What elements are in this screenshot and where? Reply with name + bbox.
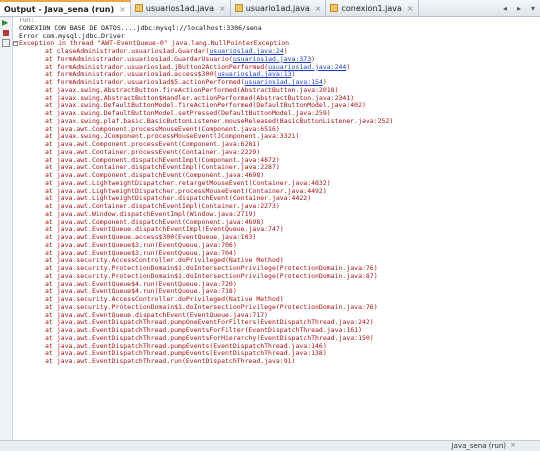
tab-close-icon[interactable]: × (219, 4, 226, 13)
tab-usuario1ad-java[interactable]: usuario1ad.java × (231, 0, 327, 16)
stack-frame-suffix: ) (346, 62, 351, 71)
stop-icon[interactable] (3, 30, 9, 36)
output-toolbar: ▶ (0, 17, 13, 440)
output-tab-bar: Output - Java_sena (run) × usuarios1ad.j… (0, 0, 540, 17)
java-file-icon (330, 4, 339, 12)
stack-frame-method: at java.awt.EventDispatchThread.run(Even… (45, 357, 296, 365)
status-running-task: Java_sena (run) (451, 442, 506, 450)
rerun-icon[interactable]: ▶ (2, 19, 10, 27)
tab-label: usuarios1ad.java (145, 3, 215, 13)
cancel-task-icon[interactable]: × (510, 441, 516, 449)
tab-output-java-sena[interactable]: Output - Java_sena (run) × (0, 0, 131, 16)
tab-usuarios1ad-java[interactable]: usuarios1ad.java × (131, 0, 231, 16)
tab-label: Output - Java_sena (run) (4, 4, 115, 14)
tab-list-dropdown-icon[interactable]: ▾ (528, 4, 538, 13)
status-bar: Java_sena (run) × (0, 440, 540, 451)
tab-label: usuario1ad.java (245, 3, 310, 13)
tab-close-icon[interactable]: × (315, 4, 322, 13)
tab-close-icon[interactable]: × (407, 4, 414, 13)
java-file-icon (134, 4, 143, 12)
collapse-stacktrace-icon[interactable]: − (13, 41, 18, 47)
output-console[interactable]: run: CONEXION CON BASE DE DATOS....jdbc:m… (13, 17, 540, 440)
scroll-tabs-left-icon[interactable]: ◂ (500, 4, 510, 13)
scroll-tabs-right-icon[interactable]: ▸ (514, 4, 524, 13)
tab-close-icon[interactable]: × (119, 5, 126, 14)
window-controls: ◂ ▸ ▾ (498, 0, 540, 16)
tab-conexion1-java[interactable]: conexion1.java × (326, 0, 419, 16)
java-file-icon (234, 4, 243, 12)
stack-frame-line: at java.awt.EventDispatchThread.run(Even… (13, 357, 540, 366)
tab-label: conexion1.java (341, 3, 402, 13)
clear-output-icon[interactable] (2, 39, 10, 47)
